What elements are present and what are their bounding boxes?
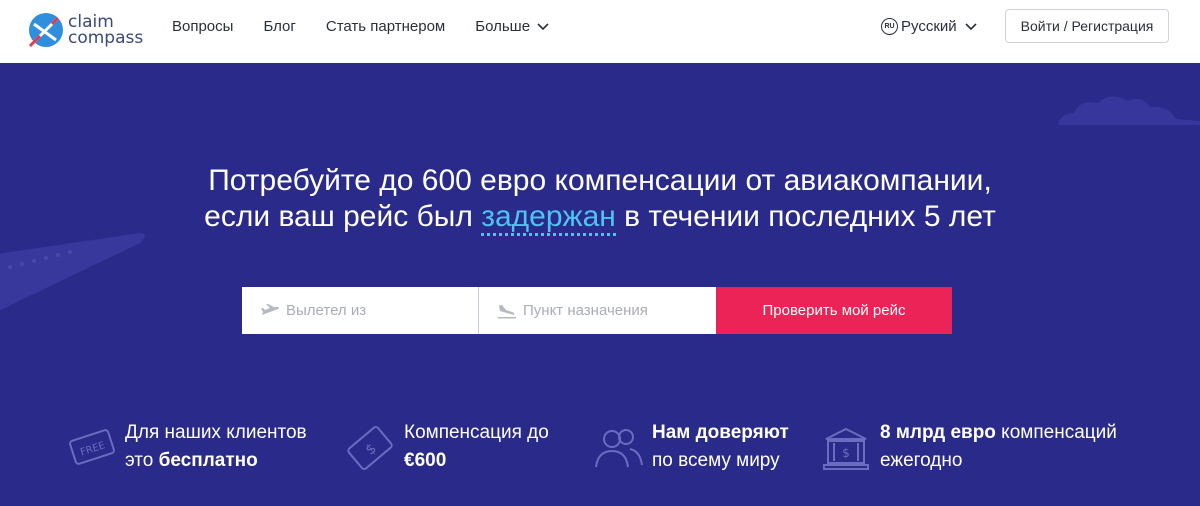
headline-line-2-post: в течении последних 5 лет (615, 200, 996, 233)
nav-blog[interactable]: Блог (263, 18, 295, 35)
features-row: FREE Для наших клиентов это бесплатно $ … (0, 419, 1200, 479)
compass-plane-logo-icon (28, 13, 63, 48)
check-flight-button[interactable]: Проверить мой рейс (716, 287, 952, 334)
nav-more[interactable]: Больше (475, 18, 550, 35)
cloud-decoration (1058, 96, 1200, 125)
departure-input[interactable] (286, 302, 466, 319)
free-ticket-icon: FREE (69, 429, 115, 465)
claimcompass-logo[interactable]: claim compass (26, 8, 156, 52)
nav-questions[interactable]: Вопросы (172, 18, 233, 35)
hero-section: Потребуйте до 600 евро компенсации от ав… (0, 63, 1200, 506)
main-nav: Вопросы Блог Стать партнером Больше (172, 0, 580, 52)
headline-line-1: Потребуйте до 600 евро компенсации от ав… (208, 164, 992, 197)
feature-trusted-line1: Нам доверяют (652, 422, 789, 443)
feature-billions-post: компенсаций (995, 422, 1117, 443)
feature-compensation-amount: €600 (404, 450, 447, 471)
feature-billions: $ 8 млрд евро компенсаций ежегодно (822, 419, 1117, 475)
login-register-button[interactable]: Войти / Регистрация (1005, 9, 1169, 43)
chevron-down-icon (965, 23, 977, 31)
svg-text:$: $ (363, 441, 380, 459)
people-icon (595, 429, 643, 468)
feature-trusted: Нам доверяют по всему миру (594, 419, 789, 475)
hero-headline: Потребуйте до 600 евро компенсации от ав… (0, 163, 1200, 236)
headline-line-2-pre: если ваш рейс был (204, 200, 482, 233)
feature-free-line2-bold: бесплатно (158, 450, 258, 471)
nav-more-label: Больше (475, 17, 531, 35)
feature-billions-line2: ежегодно (880, 450, 963, 471)
language-flag-icon: RU (881, 17, 898, 35)
destination-input[interactable] (523, 302, 703, 319)
top-header: claim compass Вопросы Блог Стать партнер… (0, 0, 1200, 63)
money-note-icon: $ (347, 426, 393, 470)
departure-field[interactable] (242, 287, 479, 334)
feature-trusted-line2: по всему миру (652, 450, 780, 471)
feature-compensation-line1: Компенсация до (404, 422, 549, 443)
bank-icon: $ (823, 427, 869, 470)
feature-free: FREE Для наших клиентов это бесплатно (68, 419, 307, 475)
destination-field[interactable] (479, 287, 716, 334)
feature-compensation: $ Компенсация до €600 (345, 419, 549, 475)
feature-billions-bold: 8 млрд евро (880, 422, 996, 443)
logo-text-bottom: compass (68, 28, 144, 48)
nav-become-partner[interactable]: Стать партнером (326, 18, 445, 35)
language-selector[interactable]: RU Русский (881, 14, 978, 38)
plane-landing-icon (498, 304, 516, 318)
language-label: Русский (901, 17, 957, 35)
chevron-down-icon (537, 23, 549, 31)
headline-line-2: если ваш рейс был задержан в течении пос… (0, 199, 1200, 236)
svg-text:$: $ (842, 446, 850, 460)
feature-free-line2-pre: это (125, 450, 159, 471)
feature-free-line1: Для наших клиентов (125, 422, 307, 443)
flight-search-form: Проверить мой рейс (242, 287, 952, 334)
plane-takeoff-icon (261, 303, 279, 315)
headline-highlight-delayed[interactable]: задержан (481, 200, 616, 236)
